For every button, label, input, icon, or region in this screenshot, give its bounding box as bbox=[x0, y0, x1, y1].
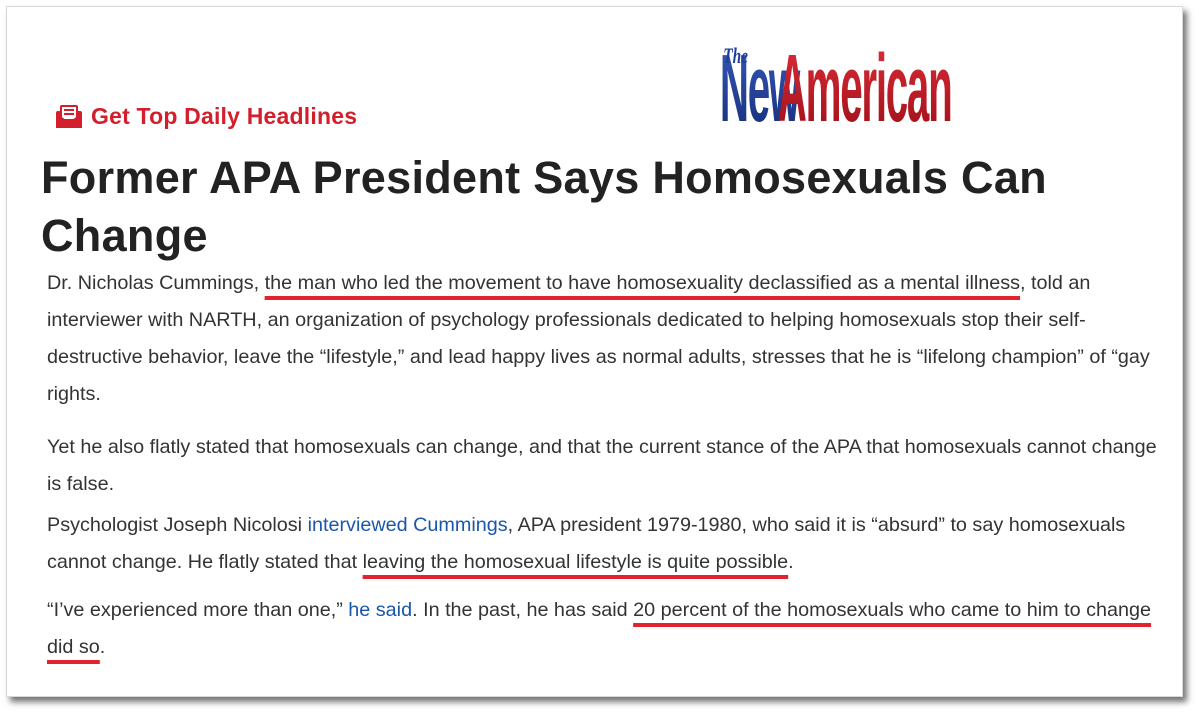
p4-text-b: . In the past, he has said bbox=[412, 599, 634, 621]
newsletter-envelope-icon bbox=[55, 104, 83, 130]
p1-highlighted-claim: the man who led the movement to have hom… bbox=[264, 272, 1021, 294]
article-title: Former APA President Says Homosexuals Ca… bbox=[41, 152, 1047, 261]
p3-highlighted-claim: leaving the homosexual lifestyle is quit… bbox=[362, 551, 789, 573]
paragraph-1: Dr. Nicholas Cummings, the man who led t… bbox=[47, 265, 1172, 413]
new-american-logo[interactable]: New American The bbox=[719, 33, 1084, 142]
daily-headlines-label: Get Top Daily Headlines bbox=[91, 103, 358, 129]
paragraph-4: “I’ve experienced more than one,” he sai… bbox=[47, 592, 1172, 666]
svg-text:The: The bbox=[723, 44, 748, 68]
p3-text-c: . bbox=[788, 551, 794, 573]
p1-text-a: Dr. Nicholas Cummings, bbox=[47, 272, 265, 294]
p4-text-c: . bbox=[99, 636, 106, 658]
svg-text:American: American bbox=[778, 34, 952, 129]
daily-headlines-link[interactable]: Get Top Daily Headlines bbox=[55, 103, 357, 130]
paragraph-3: Psychologist Joseph Nicolosi interviewed… bbox=[47, 507, 1172, 581]
he-said-link[interactable]: he said bbox=[348, 599, 412, 621]
article-body: Dr. Nicholas Cummings, the man who led t… bbox=[47, 265, 1172, 666]
paragraph-2: Yet he also flatly stated that homosexua… bbox=[47, 436, 1157, 495]
new-american-logo-graphic: New American The bbox=[720, 34, 953, 142]
p3-text-a: Psychologist Joseph Nicolosi bbox=[47, 514, 308, 536]
interviewed-cummings-link[interactable]: interviewed Cummings bbox=[308, 514, 508, 536]
p4-text-a: “I’ve experienced more than one,” bbox=[47, 599, 349, 621]
article-screenshot-frame: Get Top Daily Headlines New American The… bbox=[6, 6, 1183, 697]
